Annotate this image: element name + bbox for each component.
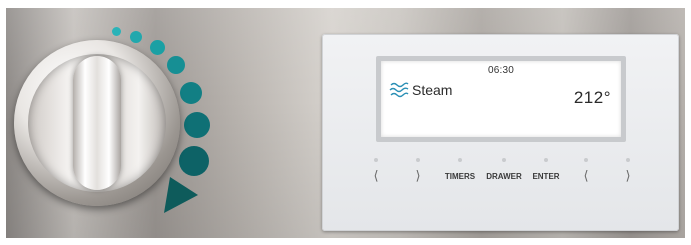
cook-mode: Steam bbox=[389, 81, 452, 99]
right-arrow-button[interactable]: ⟩ bbox=[398, 158, 438, 183]
indicator-dot bbox=[112, 27, 121, 36]
timers-button[interactable]: TIMERS bbox=[440, 158, 480, 183]
lcd-display: 06:30 Steam 212° bbox=[381, 61, 621, 137]
enter-button[interactable]: ENTER bbox=[526, 158, 566, 183]
right-arrow-button-2[interactable]: ⟩ bbox=[608, 158, 648, 183]
indicator-led bbox=[416, 158, 420, 162]
display-frame: 06:30 Steam 212° bbox=[376, 56, 626, 142]
indicator-led bbox=[626, 158, 630, 162]
indicator-dot bbox=[179, 146, 209, 176]
oven-control-knob-area bbox=[0, 0, 260, 245]
indicator-dot bbox=[167, 56, 185, 74]
chevron-right-icon: ⟩ bbox=[625, 169, 631, 184]
indicator-led bbox=[458, 158, 462, 162]
control-panel: 06:30 Steam 212° ⟨ ⟩ TIMERS DRAWER ENTER… bbox=[322, 34, 679, 231]
knob-grip[interactable] bbox=[73, 56, 121, 190]
drawer-label: DRAWER bbox=[486, 172, 522, 181]
enter-label: ENTER bbox=[532, 172, 560, 181]
indicator-dot bbox=[150, 40, 165, 55]
touch-controls: ⟨ ⟩ TIMERS DRAWER ENTER ⟨ ⟩ bbox=[322, 158, 679, 198]
steam-icon bbox=[389, 82, 409, 98]
timers-label: TIMERS bbox=[444, 172, 476, 181]
left-arrow-button-2[interactable]: ⟨ bbox=[566, 158, 606, 183]
indicator-led bbox=[584, 158, 588, 162]
left-arrow-button[interactable]: ⟨ bbox=[356, 158, 396, 183]
indicator-dot bbox=[180, 82, 202, 104]
oven-mode-knob[interactable] bbox=[14, 40, 180, 206]
drawer-button[interactable]: DRAWER bbox=[484, 158, 524, 183]
indicator-led bbox=[544, 158, 548, 162]
chevron-left-icon: ⟨ bbox=[583, 169, 589, 184]
cook-mode-label: Steam bbox=[412, 82, 453, 98]
indicator-led bbox=[502, 158, 506, 162]
chevron-right-icon: ⟩ bbox=[415, 169, 421, 184]
clock-time: 06:30 bbox=[487, 65, 515, 76]
indicator-dot bbox=[184, 112, 210, 138]
indicator-led bbox=[374, 158, 378, 162]
temperature-readout: 212° bbox=[573, 88, 611, 107]
indicator-dot bbox=[130, 31, 142, 43]
chevron-left-icon: ⟨ bbox=[373, 169, 379, 184]
knob-face bbox=[28, 54, 166, 192]
knob-pointer-icon bbox=[164, 177, 198, 213]
